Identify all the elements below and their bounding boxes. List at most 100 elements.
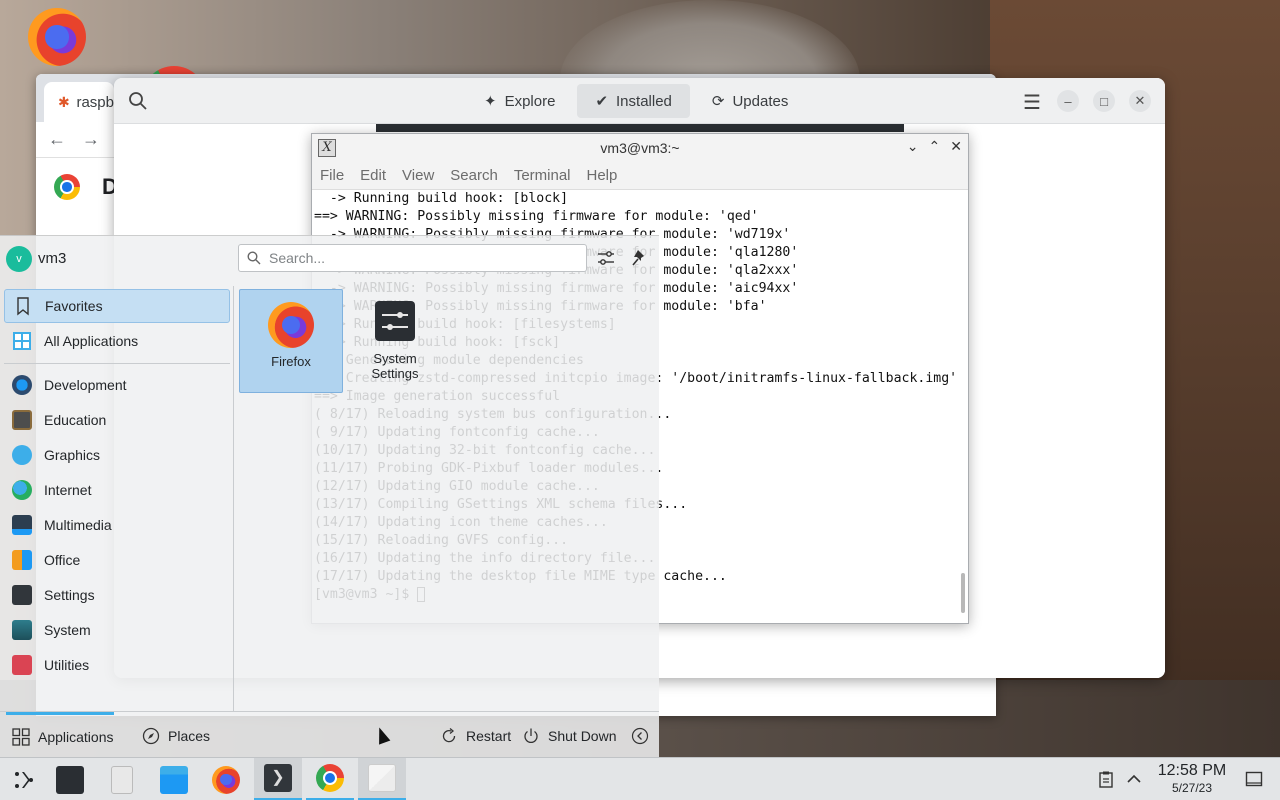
tab-explore[interactable]: ✦ Explore bbox=[466, 84, 573, 118]
category-label: Utilities bbox=[44, 657, 90, 673]
app-system-settings[interactable]: System Settings bbox=[343, 289, 447, 393]
category-utilities[interactable]: Utilities bbox=[4, 648, 230, 682]
category-office[interactable]: Office bbox=[4, 543, 230, 577]
discover-tabs: ✦ Explore ✔ Installed ⟳ Updates bbox=[466, 84, 806, 118]
search-input[interactable]: Search... bbox=[238, 244, 587, 272]
back-arrow-icon[interactable]: ← bbox=[48, 129, 66, 150]
folder-icon bbox=[160, 765, 188, 794]
category-label: Office bbox=[44, 552, 81, 568]
show-desktop-icon[interactable] bbox=[1245, 770, 1263, 788]
launcher-app-grid: Firefox System Settings bbox=[238, 288, 658, 708]
system-settings-icon bbox=[375, 301, 415, 341]
taskbar-discover[interactable] bbox=[358, 758, 406, 800]
system-icon bbox=[12, 620, 32, 640]
menu-terminal[interactable]: Terminal bbox=[514, 167, 571, 184]
pin-icon[interactable] bbox=[630, 248, 650, 268]
taskbar-chrome[interactable] bbox=[306, 758, 354, 800]
taskbar-files[interactable] bbox=[98, 758, 146, 800]
clock-time: 12:58 PM bbox=[1157, 762, 1227, 779]
menu-search[interactable]: Search bbox=[450, 167, 498, 184]
sparkle-icon: ✦ bbox=[484, 93, 497, 110]
restart-label: Restart bbox=[466, 727, 512, 744]
search-icon bbox=[247, 251, 261, 265]
app-label: Firefox bbox=[271, 354, 311, 369]
category-label: Development bbox=[44, 377, 127, 393]
category-education[interactable]: Education bbox=[4, 403, 230, 437]
chevron-up-icon[interactable] bbox=[1125, 770, 1143, 788]
divider bbox=[4, 363, 230, 364]
taskbar-system-settings[interactable] bbox=[46, 758, 94, 800]
chevron-down-icon[interactable]: ⌄ bbox=[907, 138, 919, 155]
chrome-icon bbox=[316, 764, 344, 792]
discover-window-controls: ☰ – □ ✕ bbox=[1021, 90, 1151, 115]
education-icon bbox=[12, 410, 32, 430]
search-icon[interactable] bbox=[128, 91, 148, 111]
taskbar: ❯ 12:58 PM 5/27/23 bbox=[0, 757, 1280, 800]
tab-updates[interactable]: ⟳ Updates bbox=[694, 84, 806, 118]
launcher-category-list: Favorites All Applications Development E… bbox=[0, 286, 234, 711]
avatar[interactable]: v bbox=[6, 246, 32, 272]
category-multimedia[interactable]: Multimedia bbox=[4, 508, 230, 542]
refresh-icon: ⟳ bbox=[711, 93, 725, 110]
category-system[interactable]: System bbox=[4, 613, 230, 647]
menu-help[interactable]: Help bbox=[587, 167, 618, 184]
close-icon[interactable]: ✕ bbox=[950, 138, 962, 155]
minimize-icon[interactable]: – bbox=[1057, 90, 1079, 112]
clock[interactable]: 12:58 PM 5/27/23 bbox=[1152, 762, 1232, 795]
menu-file[interactable]: File bbox=[320, 167, 344, 184]
chrome-tab[interactable]: ✱ raspb bbox=[44, 82, 114, 122]
category-internet[interactable]: Internet bbox=[4, 473, 230, 507]
clipboard-icon[interactable] bbox=[1097, 770, 1115, 788]
tab-installed[interactable]: ✔ Installed bbox=[577, 84, 690, 118]
internet-icon bbox=[12, 480, 32, 500]
category-favorites[interactable]: Favorites bbox=[4, 289, 230, 323]
close-icon[interactable]: ✕ bbox=[1129, 90, 1151, 112]
app-label: System Settings bbox=[371, 351, 419, 381]
terminal-scrollbar[interactable] bbox=[960, 190, 966, 619]
chevron-up-icon[interactable]: ⌃ bbox=[929, 138, 941, 155]
filter-settings-icon[interactable] bbox=[596, 248, 616, 268]
grid-icon bbox=[13, 332, 31, 350]
category-label: Internet bbox=[44, 482, 92, 498]
category-development[interactable]: Development bbox=[4, 368, 230, 402]
tab-places[interactable]: Places bbox=[142, 712, 210, 759]
terminal-line: ==> WARNING: Possibly missing firmware f… bbox=[314, 209, 759, 224]
graphics-icon bbox=[12, 445, 32, 465]
chrome-icon bbox=[54, 174, 80, 200]
menu-view[interactable]: View bbox=[402, 167, 434, 184]
app-firefox[interactable]: Firefox bbox=[239, 289, 343, 393]
category-all-applications[interactable]: All Applications bbox=[4, 324, 230, 358]
clock-date: 5/27/23 bbox=[1171, 781, 1213, 795]
restart-button[interactable]: Restart bbox=[440, 712, 511, 759]
desktop-firefox-icon[interactable] bbox=[28, 8, 86, 66]
settings-icon bbox=[12, 585, 32, 605]
hamburger-menu-icon[interactable]: ☰ bbox=[1021, 90, 1043, 115]
user-name: vm3 bbox=[38, 250, 67, 267]
taskbar-terminal[interactable]: ❯ bbox=[254, 758, 302, 800]
category-label: Education bbox=[44, 412, 107, 428]
launcher-header: v vm3 Search... bbox=[0, 236, 659, 284]
search-placeholder: Search... bbox=[269, 250, 326, 266]
system-settings-icon bbox=[56, 765, 84, 794]
taskbar-firefox[interactable] bbox=[202, 758, 250, 800]
more-power-options-button[interactable] bbox=[631, 712, 649, 759]
maximize-icon[interactable]: □ bbox=[1093, 90, 1115, 112]
discover-icon bbox=[368, 764, 396, 792]
menu-edit[interactable]: Edit bbox=[360, 167, 386, 184]
category-label: Graphics bbox=[44, 447, 101, 463]
terminal-title: vm3@vm3:~ bbox=[600, 140, 680, 156]
power-icon bbox=[524, 728, 538, 743]
restart-icon bbox=[442, 727, 456, 742]
category-label: Favorites bbox=[45, 298, 103, 314]
category-settings[interactable]: Settings bbox=[4, 578, 230, 612]
application-launcher: v vm3 Search... Favorites All Applicatio… bbox=[0, 235, 659, 757]
taskbar-dolphin[interactable] bbox=[150, 758, 198, 800]
tab-applications[interactable]: Applications bbox=[6, 712, 114, 759]
shutdown-button[interactable]: Shut Down bbox=[522, 712, 616, 759]
raspberry-favicon-icon: ✱ bbox=[58, 94, 70, 110]
category-graphics[interactable]: Graphics bbox=[4, 438, 230, 472]
terminal-line: -> Running build hook: [block] bbox=[314, 191, 569, 206]
terminal-window-controls: ⌄ ⌃ ✕ bbox=[907, 138, 962, 155]
forward-arrow-icon[interactable]: → bbox=[82, 129, 100, 150]
launcher-button[interactable] bbox=[0, 758, 48, 800]
